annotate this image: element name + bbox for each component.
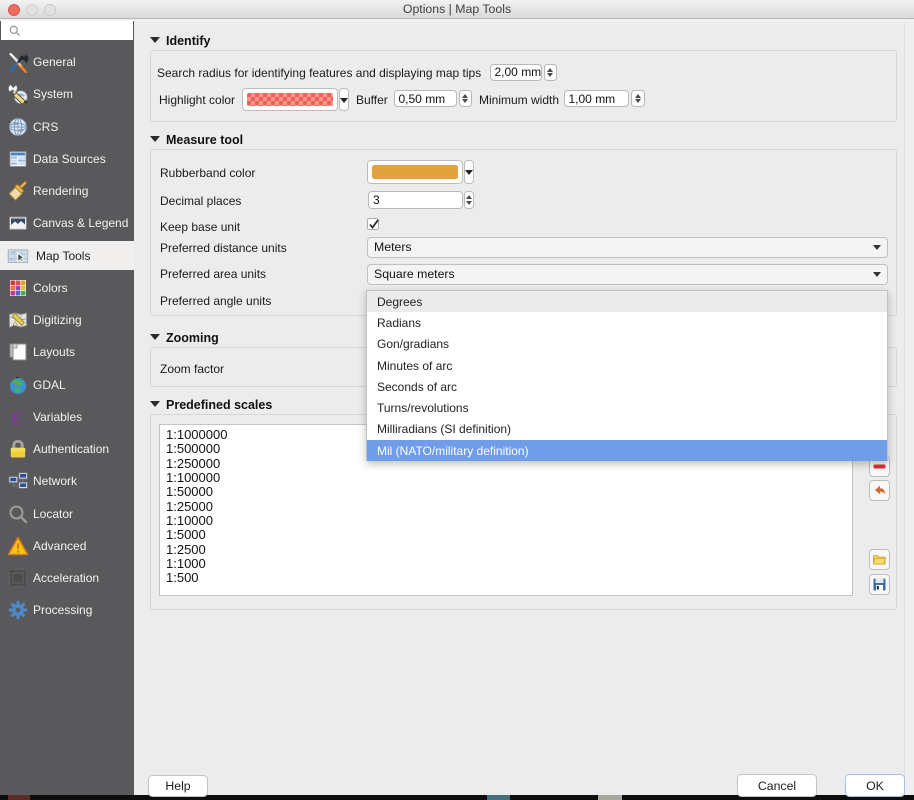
svg-text:ε: ε: [11, 406, 22, 428]
